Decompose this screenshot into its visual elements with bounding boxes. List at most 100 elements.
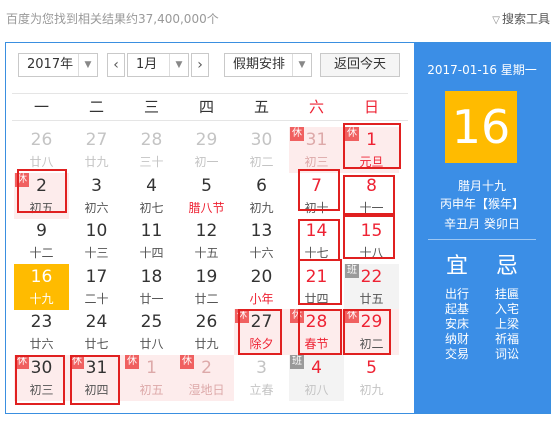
calendar-day-cell[interactable]: 班 22 廿五 — [344, 263, 399, 310]
highlight-box — [343, 123, 401, 169]
day-number: 4 — [146, 175, 157, 196]
calendar-day-cell[interactable]: 19 廿二 — [179, 264, 234, 310]
calendar-day-cell[interactable]: 16 十九 — [14, 263, 69, 310]
lunar-label: 廿六 — [29, 337, 54, 351]
lunar-date: 腊月十九 — [457, 179, 506, 193]
day-number: 5 — [366, 357, 377, 378]
calendar-day-cell[interactable]: 23 廿六 — [14, 309, 69, 355]
lunar-label: 廿二 — [194, 291, 219, 306]
back-to-today-button[interactable]: 返回今天 — [320, 53, 400, 77]
day-number: 29 — [195, 130, 218, 150]
results-bar: 百度为您找到相关结果约37,400,000个 ▽ 搜索工具 — [0, 0, 557, 40]
highlight-box — [298, 219, 340, 261]
lunar-label: 小年 — [249, 291, 274, 306]
lunar-label: 初五 — [139, 382, 164, 397]
weekday-fri: 五 — [253, 98, 269, 116]
weekday-sun: 日 — [363, 98, 379, 116]
day-number: 3 — [91, 175, 102, 196]
chevron-down-icon: ▼ — [292, 54, 311, 76]
day-number: 12 — [195, 221, 218, 241]
calendar-day-cell[interactable]: 29 初一 — [179, 127, 234, 173]
lunar-label: 腊八节 — [188, 200, 225, 215]
calendar-day-cell[interactable]: 3 立春 — [234, 355, 289, 401]
calendar-day-cell[interactable]: 17 二十 — [69, 264, 124, 310]
calendar-day-cell[interactable]: 休 2 湿地日 — [179, 354, 234, 401]
calendar-day-cell[interactable]: 5 初九 — [344, 355, 399, 401]
calendar-day-cell[interactable]: 3 初六 — [69, 173, 124, 219]
calendar-day-cell[interactable]: 18 廿一 — [124, 264, 179, 310]
lunar-label: 初九 — [359, 382, 384, 397]
day-number: 1 — [146, 357, 157, 378]
weekday-thu: 四 — [198, 98, 214, 116]
calendar-day-cell[interactable]: 13 十六 — [234, 218, 289, 264]
calendar-day-cell[interactable]: 班 4 初八 — [289, 354, 344, 401]
lunar-label: 十四 — [139, 246, 164, 260]
result-count: 百度为您找到相关结果约37,400,000个 — [6, 12, 219, 26]
calendar-panel: 2017年 ▼ ‹ 1月 ▼ › 假期安排 ▼ 返回今天 一 二 三 四 五 六… — [6, 43, 414, 413]
ji-column: 忌 挂匾 入宅 上梁 祈福 词讼 — [482, 253, 532, 362]
calendar-day-cell[interactable]: 12 十五 — [179, 218, 234, 264]
next-month-button[interactable]: › — [191, 53, 209, 77]
yi-item: 交易 — [444, 347, 469, 361]
day-number: 26 — [30, 130, 53, 150]
day-number: 6 — [256, 175, 267, 196]
calendar-day-cell[interactable]: 30 初二 — [234, 127, 289, 173]
yi-column: 宜 出行 起基 安床 纳财 交易 — [432, 253, 482, 362]
calendar-day-cell[interactable]: 26 廿八 — [14, 127, 69, 173]
highlight-box — [238, 309, 282, 355]
lunar-label: 二十 — [84, 291, 109, 306]
calendar-day-cell[interactable]: 休 31 初三 — [289, 127, 344, 173]
yi-item: 起基 — [444, 302, 469, 316]
lunar-label: 初三 — [304, 155, 329, 169]
filter-icon: ▽ — [492, 15, 500, 26]
day-number: 24 — [85, 312, 108, 332]
lunar-label: 立春 — [249, 382, 274, 397]
calendar-day-cell[interactable]: 11 十四 — [124, 218, 179, 264]
lunar-label: 十五 — [194, 246, 219, 260]
day-number: 25 — [140, 312, 163, 332]
day-number: 10 — [85, 221, 108, 241]
lunar-label: 十二 — [29, 246, 54, 260]
lunar-label: 初九 — [249, 200, 274, 215]
calendar-widget: 2017年 ▼ ‹ 1月 ▼ › 假期安排 ▼ 返回今天 一 二 三 四 五 六… — [5, 42, 551, 448]
calendar-day-cell[interactable]: 24 廿七 — [69, 309, 124, 355]
ji-item: 祈福 — [494, 332, 519, 346]
calendar-day-cell[interactable]: 25 廿八 — [124, 309, 179, 355]
calendar-day-cell[interactable]: 10 十三 — [69, 218, 124, 264]
prev-month-button[interactable]: ‹ — [107, 53, 125, 77]
calendar-day-cell[interactable]: 26 廿九 — [179, 309, 234, 355]
chevron-down-icon: ▼ — [78, 54, 97, 76]
lunar-label: 廿八 — [139, 337, 164, 351]
chevron-down-icon: ▼ — [169, 54, 188, 76]
lunar-label: 初二 — [249, 155, 274, 169]
highlight-box — [343, 309, 391, 355]
month-select[interactable]: 1月 ▼ — [127, 53, 189, 77]
year-select[interactable]: 2017年 ▼ — [18, 53, 98, 77]
holiday-value: 假期安排 — [233, 57, 286, 72]
lunar-label: 初七 — [139, 200, 164, 215]
calendar-day-cell[interactable]: 休 1 初五 — [124, 354, 179, 401]
calendar-day-cell[interactable]: 4 初七 — [124, 173, 179, 219]
yi-item: 出行 — [444, 287, 469, 301]
day-number: 17 — [85, 266, 108, 287]
search-tools-button[interactable]: ▽ 搜索工具 — [492, 10, 550, 27]
day-number: 19 — [195, 266, 218, 287]
calendar-day-cell[interactable]: 6 初九 — [234, 173, 289, 219]
holiday-select[interactable]: 假期安排 ▼ — [224, 53, 312, 77]
highlight-box — [298, 169, 340, 211]
lunar-label: 初六 — [84, 200, 109, 215]
day-number: 30 — [250, 130, 273, 150]
lunar-label: 初一 — [194, 155, 219, 169]
calendar-day-cell[interactable]: 27 廿九 — [69, 127, 124, 173]
ji-label: 忌 — [495, 254, 518, 279]
calendar-day-cell[interactable]: 5 腊八节 — [179, 173, 234, 219]
selected-date: 2017-01-16 星期一 — [427, 63, 537, 77]
calendar-day-cell[interactable]: 9 十二 — [14, 218, 69, 264]
calendar-day-cell[interactable]: 28 三十 — [124, 127, 179, 173]
lunar-label: 十九 — [29, 291, 54, 306]
calendar-day-cell[interactable]: 20 小年 — [234, 264, 289, 310]
yi-item: 纳财 — [444, 332, 469, 346]
day-number: 27 — [85, 130, 108, 150]
weekday-header: 一 二 三 四 五 六 日 — [12, 93, 408, 121]
day-number: 26 — [195, 312, 218, 332]
